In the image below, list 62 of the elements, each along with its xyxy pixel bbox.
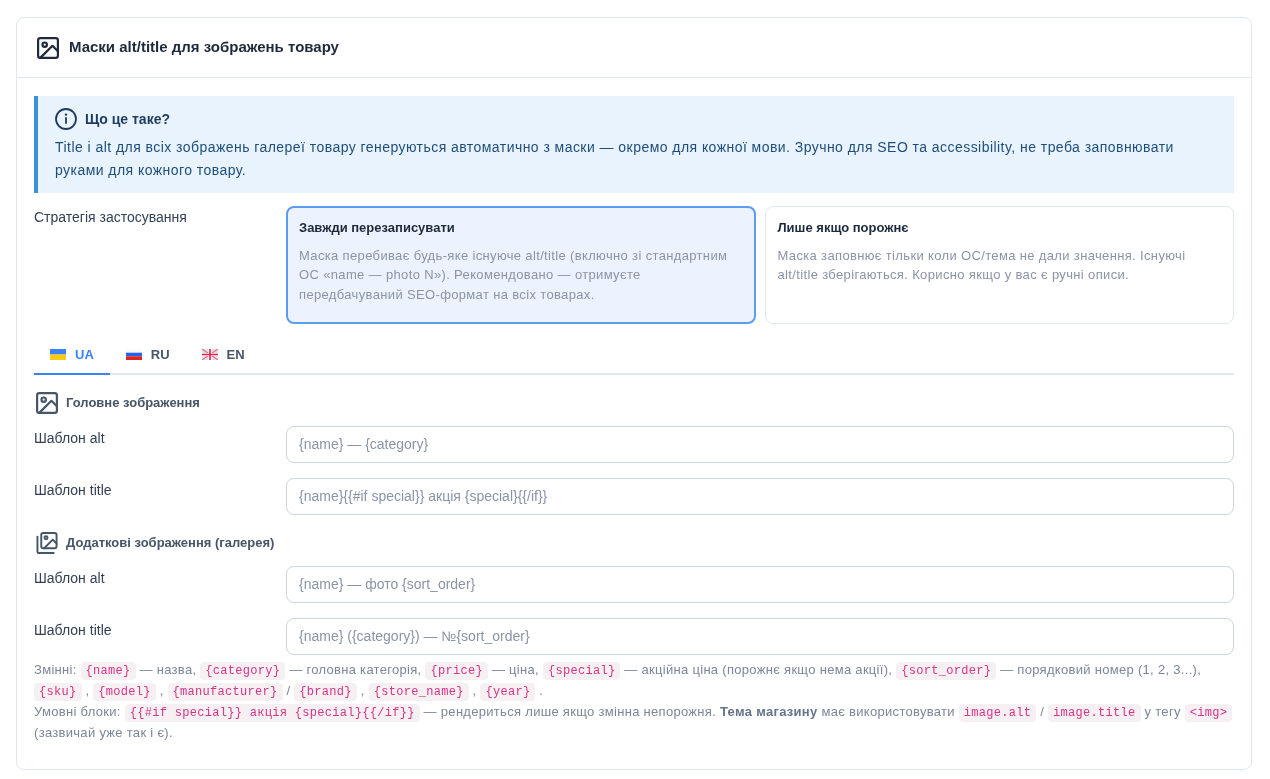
help-text: — ціна,: [491, 661, 539, 677]
strategy-option[interactable]: Завжди перезаписувати Маска перебиває будь-яке існуюче alt/title (включно зі стандартним ОС «name — photo N»). Рекомендовано — отримуєте передбачуваний SEO-формат на всіх товарах.: [286, 206, 756, 324]
variable-code: {store_name}: [368, 682, 469, 701]
variable-code: {sku}: [34, 682, 82, 701]
variable-code: {category}: [200, 661, 286, 680]
variable-code: {name}: [80, 661, 136, 680]
help-text: ,: [360, 682, 365, 698]
template-input[interactable]: {name} ({category}) — №{sort_order}: [286, 617, 1234, 655]
language-tab[interactable]: EN: [185, 338, 261, 375]
help-text: у тегу: [1144, 703, 1181, 719]
flag-icon: [125, 349, 142, 361]
field-label: Стратегія застосування: [34, 208, 187, 227]
variable-code: {year}: [480, 682, 536, 701]
section-title: Головне зображення: [66, 393, 200, 412]
template-input[interactable]: {name}{{#if special}} акція {special}{{/if}}: [286, 477, 1234, 515]
section-title: Додаткові зображення (галерея): [66, 533, 275, 552]
language-tab[interactable]: RU: [109, 338, 186, 375]
help-text: ,: [85, 682, 90, 698]
image-icon: [37, 36, 59, 59]
help-text: — порядковий номер (1, 2, 3...),: [1000, 661, 1202, 677]
help-text: — рендериться лише якщо змінна непорожня. Тема магазину має використовувати: [423, 703, 955, 719]
variable-code: {special}: [542, 661, 621, 680]
variable-code: image.title: [1048, 703, 1141, 722]
alert-title: Що це таке?: [85, 109, 170, 129]
field-label: Шаблон title: [34, 480, 112, 500]
variable-code: {model}: [93, 682, 156, 701]
info-icon: [55, 108, 77, 130]
variable-code: {{#if special}} акція {special}{{/if}}: [124, 703, 420, 722]
help-text: /: [1040, 703, 1045, 719]
variable-code: {price}: [425, 661, 488, 680]
alert-text: Title і alt для всіх зображень галереї товару генеруються автоматично з маски — окремо для кожної мови. Зручно для SEO та accessibility, не треба заповнювати руками для кожного товару.: [55, 138, 1175, 180]
image-icon: [36, 391, 58, 414]
help-text: — акційна ціна (порожнє якщо нема акції),: [624, 661, 893, 677]
help-text: — назва,: [139, 661, 197, 677]
variable-code: image.alt: [958, 703, 1037, 722]
flag-icon: [50, 349, 66, 361]
gallery-icon: [36, 531, 58, 554]
flag-icon: [201, 349, 218, 361]
template-input[interactable]: {name} — фото {sort_order}: [286, 565, 1234, 603]
help-text: (зазвичай уже так і є).: [34, 724, 173, 740]
variable-code: {manufacturer}: [167, 682, 283, 701]
option-description: Маска заповнює тільки коли ОС/тема не дали значення. Існуючі alt/title зберігаються. Корисно якщо у вас є ручні описи.: [777, 246, 1187, 284]
help-text: — головна категорія,: [289, 661, 422, 677]
help-text: ,: [472, 682, 477, 698]
help-text: Змінні:: [34, 661, 77, 677]
template-input[interactable]: {name} — {category}: [286, 425, 1234, 463]
help-text: /: [286, 682, 291, 698]
field-label: Шаблон alt: [34, 428, 105, 448]
option-description: Маска перебиває будь-яке існуюче alt/title (включно зі стандартним ОС «name — photo N»). Рекомендовано — отримуєте передбачуваний SEO-формат на всіх товарах.: [299, 246, 729, 304]
variable-code: {brand}: [294, 682, 357, 701]
option-title: Лише якщо порожнє: [777, 219, 910, 237]
field-label: Шаблон title: [34, 620, 112, 640]
variable-code: <img>: [1184, 703, 1233, 722]
card-title: Маски alt/title для зображень товару: [69, 37, 339, 58]
option-title: Завжди перезаписувати: [299, 219, 456, 237]
help-text: ,: [159, 682, 164, 698]
strategy-option[interactable]: Лише якщо порожнє Маска заповнює тільки коли ОС/тема не дали значення. Існуючі alt/title зберігаються. Корисно якщо у вас є ручні описи.: [764, 206, 1234, 324]
field-label: Шаблон alt: [34, 568, 105, 588]
help-text: Умовні блоки:: [34, 703, 121, 719]
help-text: .: [539, 682, 544, 698]
variable-code: {sort_order}: [896, 661, 997, 680]
language-tab[interactable]: UA: [34, 338, 110, 375]
